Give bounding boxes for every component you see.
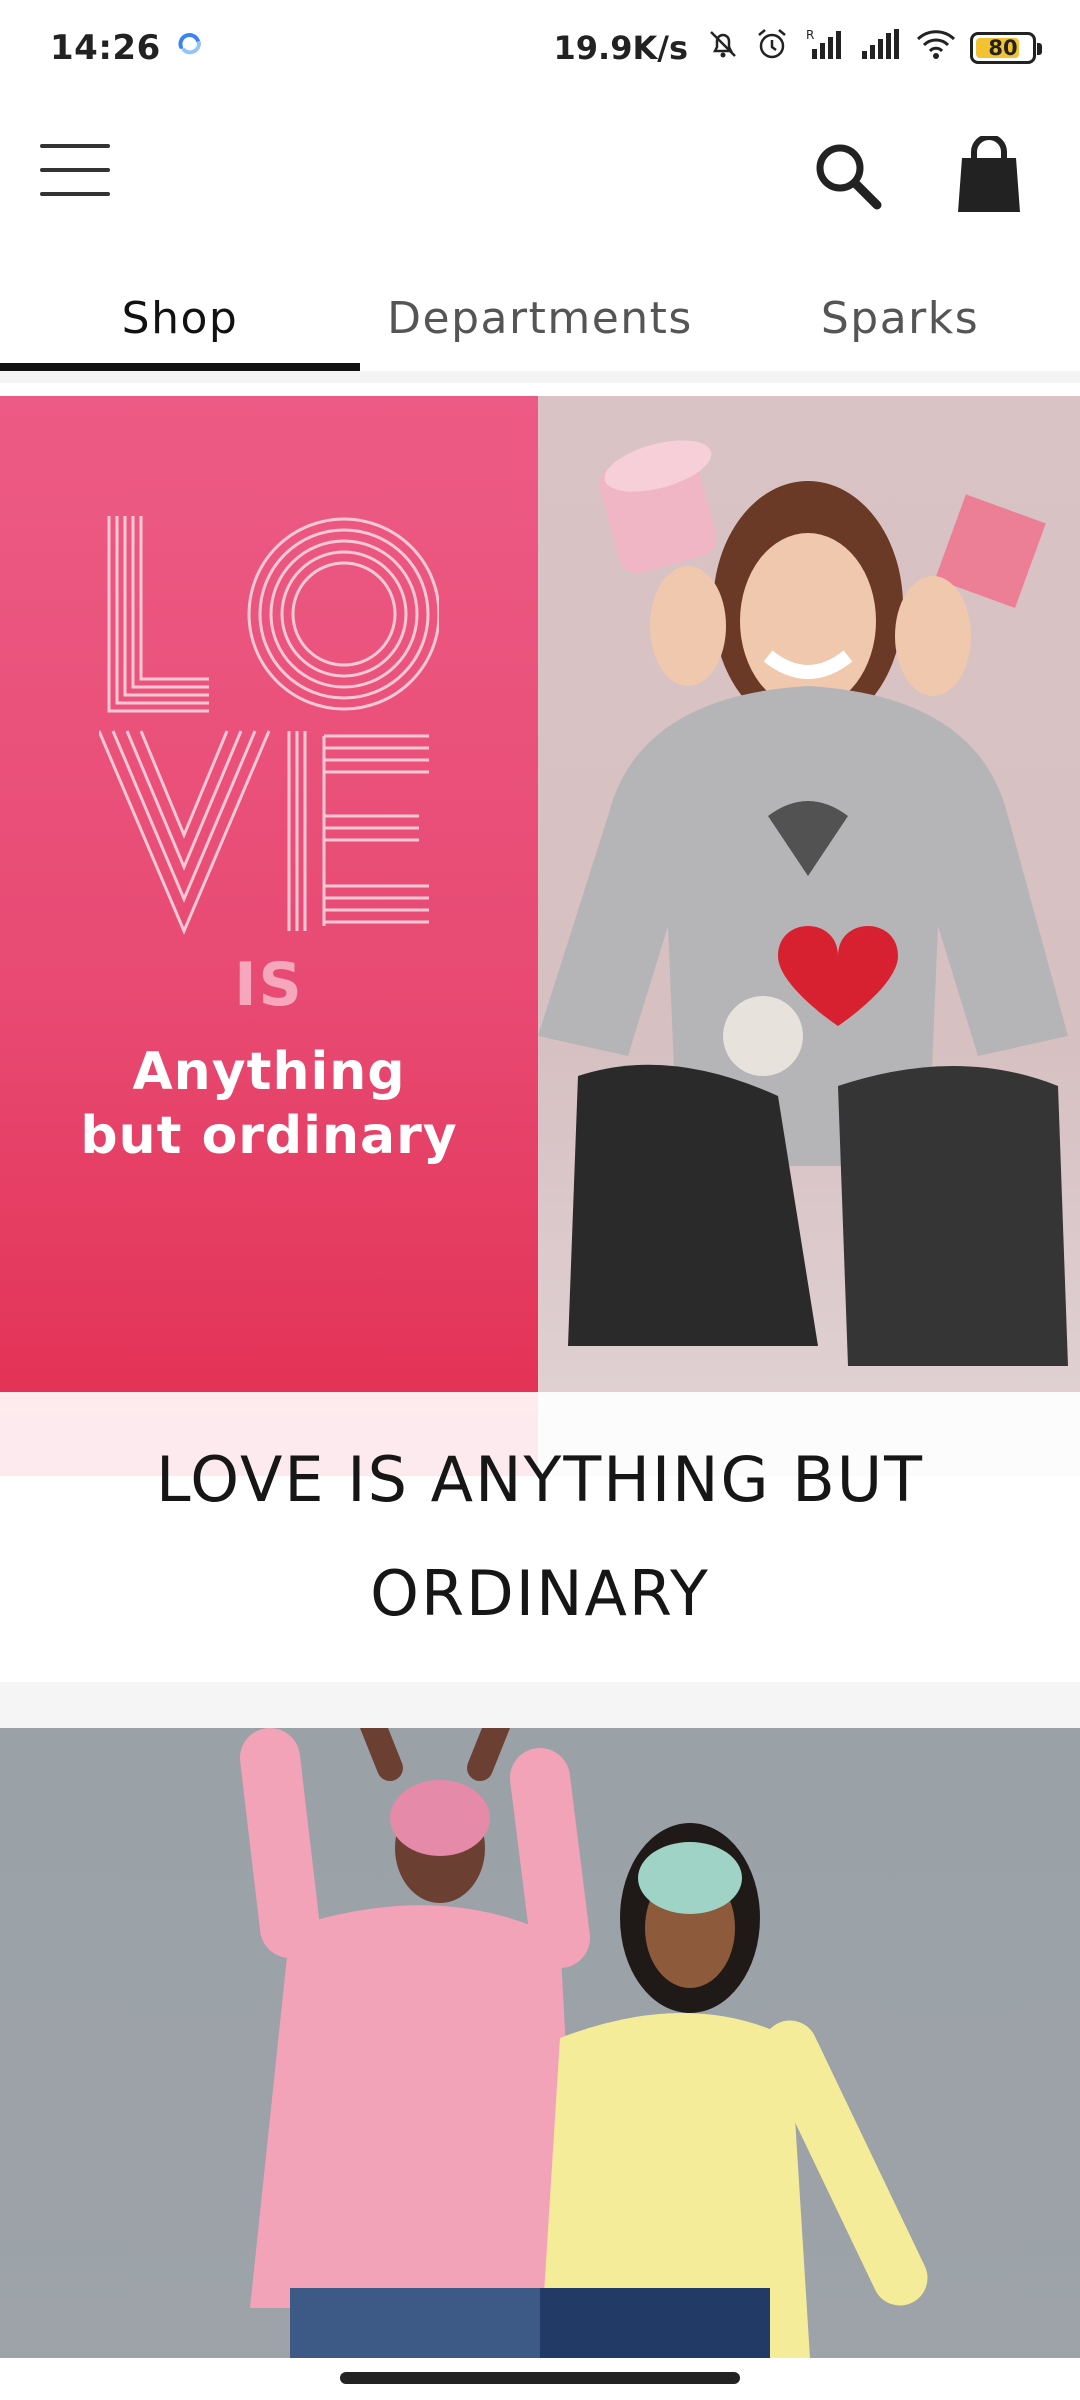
mute-bell-icon [706, 27, 740, 70]
wifi-icon [916, 27, 956, 70]
hero-tagline-line2: but ordinary [80, 1106, 458, 1166]
love-graphic [99, 516, 439, 935]
tab-bar: Shop Departments Sparks [0, 265, 1080, 383]
menu-icon-line [40, 192, 110, 196]
hero-photo [538, 396, 1080, 1476]
hero-tagline-line1: Anything [132, 1042, 406, 1102]
hero-text-panel: IS Anything but ordinary [0, 396, 538, 1476]
section-divider [0, 1682, 1080, 1728]
home-indicator[interactable] [340, 2372, 740, 2384]
hero-caption[interactable]: LOVE IS ANYTHING BUT ORDINARY [0, 1392, 1080, 1682]
sync-icon [175, 28, 205, 68]
hero-tagline: Anything but ordinary [80, 1040, 457, 1168]
network-speed: 19.9K/s [553, 29, 688, 67]
alarm-icon [754, 26, 790, 71]
model-illustration [538, 440, 1080, 1476]
battery-icon: 80 [970, 32, 1042, 64]
hero-is-text: IS [234, 950, 304, 1020]
menu-icon-line [40, 168, 110, 172]
battery-level: 80 [988, 36, 1018, 60]
models-illustration [240, 1728, 928, 2358]
tab-sparks[interactable]: Sparks [720, 265, 1080, 371]
tab-shop[interactable]: Shop [0, 265, 360, 371]
menu-icon [40, 144, 110, 148]
status-bar: 14:26 19.9K/s R 80 [0, 0, 1080, 96]
signal-icon-2 [860, 27, 902, 70]
search-icon [816, 144, 882, 210]
promo-banner-2[interactable] [0, 1728, 1080, 2358]
status-time: 14:26 [50, 28, 161, 68]
hero-banner[interactable]: IS Anything but ordinary [0, 396, 1080, 1476]
app-screen: 14:26 19.9K/s R 80 Shop Departments Spar… [0, 0, 1080, 2400]
tab-departments[interactable]: Departments [360, 265, 720, 371]
menu-button[interactable] [40, 144, 110, 204]
shopping-bag-button[interactable] [954, 134, 1024, 214]
status-left: 14:26 [50, 28, 205, 68]
app-header [0, 110, 1080, 240]
signal-icon: R [804, 27, 846, 70]
search-button[interactable] [810, 138, 886, 214]
svg-text:R: R [806, 28, 814, 42]
status-right: 19.9K/s R 80 [553, 26, 1042, 71]
shopping-bag-icon [958, 134, 1020, 212]
